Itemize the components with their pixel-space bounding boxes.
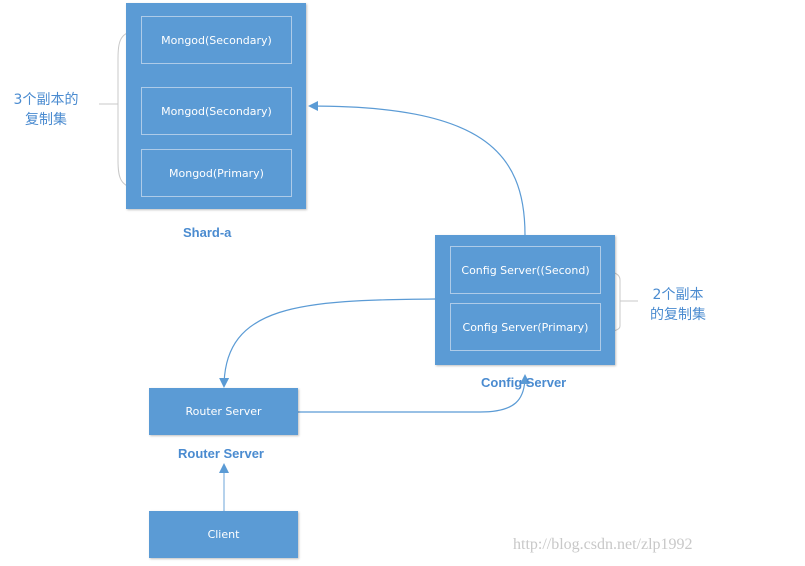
shard-member-label: Mongod(Secondary) bbox=[161, 33, 272, 47]
client-box-label: Client bbox=[207, 528, 240, 541]
router-server-label: Router Server bbox=[178, 446, 264, 461]
connectors-layer bbox=[99, 28, 638, 511]
shard-a-label: Shard-a bbox=[183, 225, 232, 240]
annotation-line: 的复制集 bbox=[650, 307, 706, 323]
config-member-label: Config Server(Primary) bbox=[462, 320, 589, 334]
annotation-line: 2个副本 bbox=[652, 287, 704, 303]
shard-member-secondary-2[interactable]: Mongod(Secondary) bbox=[141, 87, 292, 135]
config-replica-annotation: 2个副本 的复制集 bbox=[638, 285, 718, 325]
arrow-config-to-router bbox=[219, 298, 436, 388]
router-server-box[interactable]: Router Server bbox=[149, 388, 298, 435]
shard-replica-annotation: 3个副本的 复制集 bbox=[4, 90, 88, 130]
config-member-secondary[interactable]: Config Server((Second) bbox=[450, 246, 601, 294]
annotation-line: 3个副本的 bbox=[13, 92, 79, 108]
arrow-config-to-shard bbox=[308, 101, 526, 236]
config-server-container[interactable]: Config Server((Second) Config Server(Pri… bbox=[435, 235, 615, 365]
shard-a-container[interactable]: Mongod(Secondary) Mongod(Secondary) Mong… bbox=[126, 3, 306, 209]
watermark: http://blog.csdn.net/zlp1992 bbox=[513, 536, 693, 553]
shard-member-label: Mongod(Secondary) bbox=[161, 104, 272, 118]
config-server-label: Config Server bbox=[481, 375, 567, 390]
annotation-line: 复制集 bbox=[25, 112, 67, 128]
shard-member-label: Mongod(Primary) bbox=[169, 166, 264, 180]
config-member-primary[interactable]: Config Server(Primary) bbox=[450, 303, 601, 351]
client-box[interactable]: Client bbox=[149, 511, 298, 558]
shard-member-primary[interactable]: Mongod(Primary) bbox=[141, 149, 292, 197]
router-box-label: Router Server bbox=[185, 405, 262, 418]
shard-member-secondary-1[interactable]: Mongod(Secondary) bbox=[141, 16, 292, 64]
config-member-label: Config Server((Second) bbox=[461, 263, 590, 277]
